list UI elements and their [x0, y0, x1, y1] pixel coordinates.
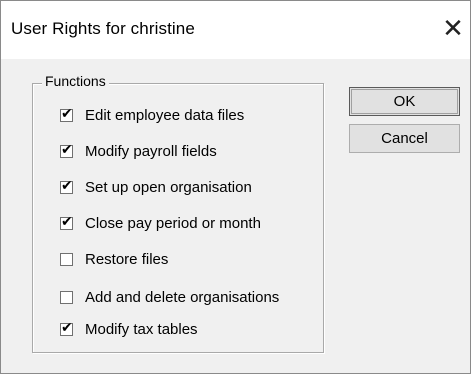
checkbox-edit-employee-data-files[interactable]: ✔ Edit employee data files [60, 105, 244, 125]
ok-button[interactable]: OK [349, 87, 460, 116]
checkbox-label: Set up open organisation [85, 178, 252, 196]
cancel-button[interactable]: Cancel [349, 124, 460, 153]
checkmark-icon: ✔ [61, 213, 73, 230]
checkbox-box[interactable]: ✔ [60, 177, 73, 194]
checkbox-label: Close pay period or month [85, 214, 261, 232]
user-rights-dialog: User Rights for christine ✕ Functions ✔ … [0, 0, 471, 374]
checkbox-restore-files[interactable]: Restore files [60, 249, 168, 269]
checkbox-box[interactable]: ✔ [60, 319, 73, 336]
checkbox-box[interactable]: ✔ [60, 141, 73, 158]
functions-group-label: Functions [42, 73, 109, 89]
checkbox-label: Modify payroll fields [85, 142, 217, 160]
close-icon[interactable]: ✕ [439, 13, 467, 43]
dialog-title: User Rights for christine [11, 19, 195, 38]
checkmark-icon: ✔ [61, 177, 73, 194]
checkbox-label: Edit employee data files [85, 106, 245, 124]
checkbox-modify-payroll-fields[interactable]: ✔ Modify payroll fields [60, 141, 217, 161]
checkbox-box[interactable] [60, 290, 73, 304]
checkbox-label: Modify tax tables [85, 320, 198, 338]
checkmark-icon: ✔ [61, 105, 73, 122]
checkbox-box[interactable]: ✔ [60, 105, 73, 122]
checkbox-add-and-delete-organisations[interactable]: Add and delete organisations [60, 287, 279, 307]
checkbox-close-pay-period-or-month[interactable]: ✔ Close pay period or month [60, 213, 261, 233]
checkbox-modify-tax-tables[interactable]: ✔ Modify tax tables [60, 319, 198, 339]
checkbox-label: Add and delete organisations [85, 288, 280, 306]
title-bar: User Rights for christine ✕ [1, 1, 470, 59]
checkbox-box[interactable]: ✔ [60, 213, 73, 230]
checkmark-icon: ✔ [61, 319, 73, 336]
checkbox-box[interactable] [60, 252, 73, 266]
checkbox-set-up-open-organisation[interactable]: ✔ Set up open organisation [60, 177, 252, 197]
checkbox-label: Restore files [85, 250, 169, 268]
checkmark-icon: ✔ [61, 141, 73, 158]
